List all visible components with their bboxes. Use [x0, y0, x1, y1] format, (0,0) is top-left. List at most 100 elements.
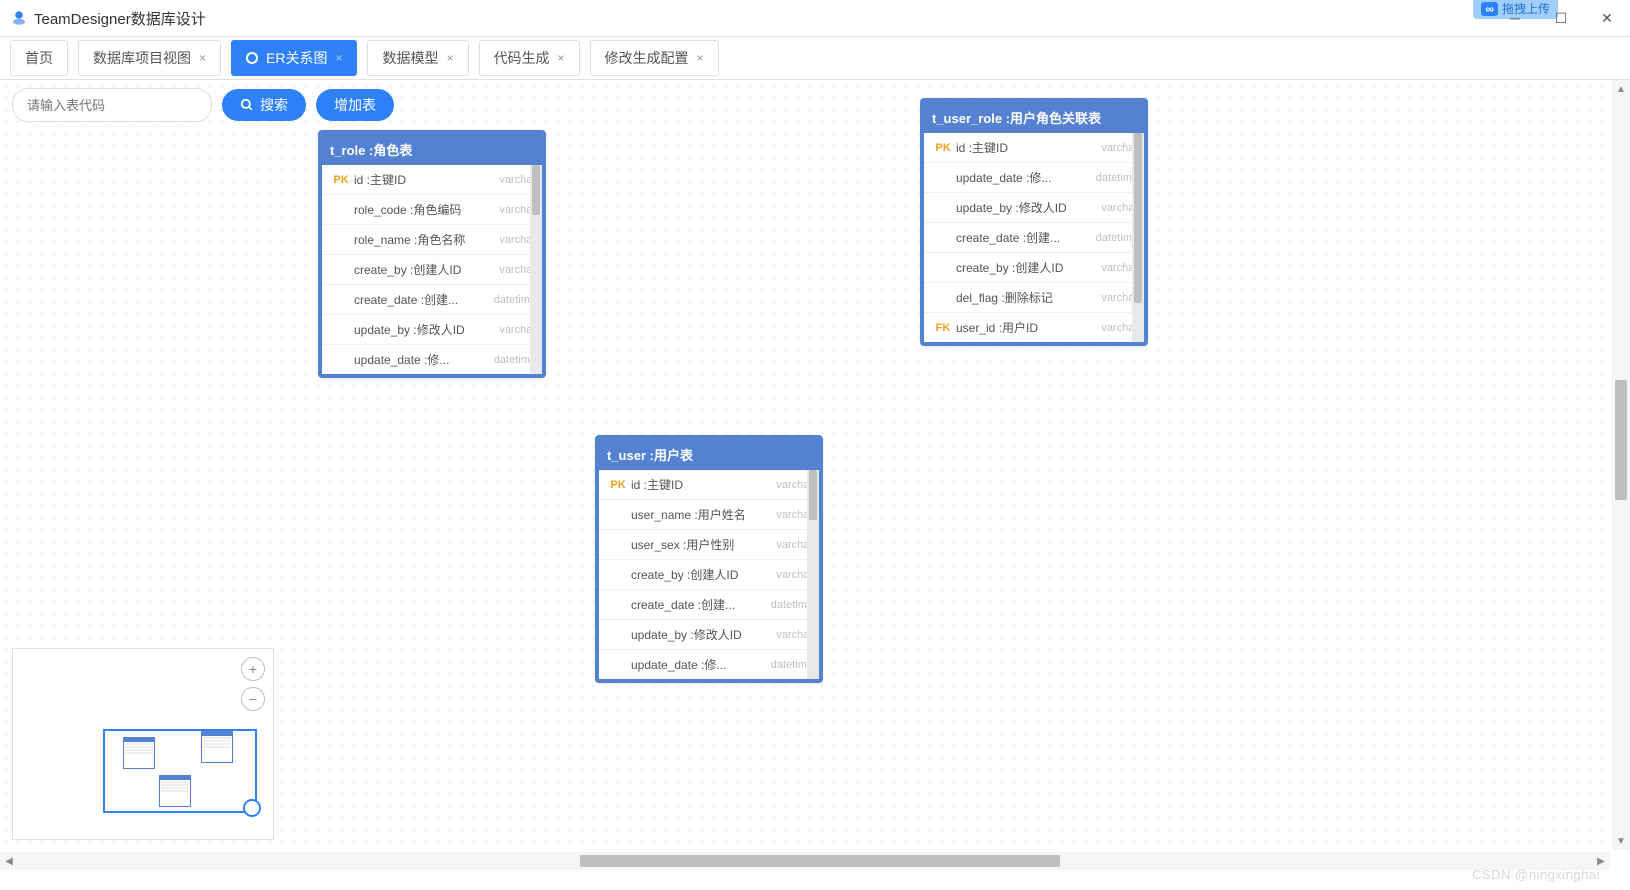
titlebar: TeamDesigner数据库设计 ∞ 拖拽上传 ─ ☐ ✕ [0, 0, 1630, 37]
app-logo-icon [10, 9, 28, 27]
active-dot-icon [246, 52, 258, 64]
column-name: user_sex :用户性别 [631, 536, 772, 553]
tab-label: 修改生成配置 [605, 48, 689, 68]
search-icon [240, 98, 254, 112]
column-row[interactable]: create_date :创建...datetime [322, 285, 542, 315]
column-row[interactable]: update_by :修改人IDvarchar [924, 193, 1144, 223]
key-badge: PK [328, 174, 354, 186]
column-row[interactable]: user_name :用户姓名varchar [599, 500, 819, 530]
tab-label: ER关系图 [266, 48, 327, 68]
column-name: create_by :创建人ID [354, 261, 495, 278]
tab-db-project-view[interactable]: 数据库项目视图 × [78, 40, 221, 76]
close-icon[interactable]: × [558, 51, 565, 65]
column-name: id :主键ID [631, 476, 772, 493]
toolbar: 搜索 增加表 [12, 88, 394, 122]
column-row[interactable]: create_by :创建人IDvarchar [599, 560, 819, 590]
add-table-button-label: 增加表 [334, 95, 376, 115]
entity-scrollbar[interactable] [807, 470, 819, 679]
close-icon[interactable]: × [335, 51, 342, 65]
column-name: create_date :创建... [956, 229, 1092, 246]
close-icon[interactable]: × [446, 51, 453, 65]
zoom-controls: + − [241, 657, 265, 711]
column-name: update_date :修... [354, 351, 490, 368]
minimap-entity [201, 731, 233, 763]
minimap-resize-handle[interactable] [243, 799, 261, 817]
column-row[interactable]: role_code :角色编码varchar [322, 195, 542, 225]
tabbar: 首页 数据库项目视图 × ER关系图 × 数据模型 × 代码生成 × 修改生成配… [0, 37, 1630, 80]
minimize-button[interactable]: ─ [1492, 0, 1538, 36]
tab-label: 首页 [25, 48, 53, 68]
zoom-out-button[interactable]: − [241, 687, 265, 711]
entity-scrollbar[interactable] [530, 165, 542, 374]
scroll-down-icon[interactable]: ▼ [1612, 832, 1630, 850]
scroll-thumb[interactable] [580, 855, 1060, 867]
vertical-scrollbar[interactable]: ▲ ▼ [1612, 80, 1630, 850]
scroll-up-icon[interactable]: ▲ [1612, 80, 1630, 98]
column-name: create_date :创建... [354, 291, 490, 308]
column-row[interactable]: user_sex :用户性别varchar [599, 530, 819, 560]
window-controls: ─ ☐ ✕ [1492, 0, 1630, 36]
entity-scrollbar[interactable] [1132, 133, 1144, 342]
search-input[interactable] [12, 88, 212, 122]
zoom-in-button[interactable]: + [241, 657, 265, 681]
column-row[interactable]: role_name :角色名称varchar [322, 225, 542, 255]
minimap-entity [123, 737, 155, 769]
column-name: create_by :创建人ID [956, 259, 1097, 276]
column-row[interactable]: FKuser_id :用户IDvarchar [924, 313, 1144, 342]
close-button[interactable]: ✕ [1584, 0, 1630, 36]
scroll-thumb[interactable] [1615, 380, 1627, 500]
entity-t-user-role[interactable]: t_user_role :用户角色关联表 PKid :主键IDvarchar u… [920, 98, 1148, 346]
column-row[interactable]: update_by :修改人IDvarchar [322, 315, 542, 345]
key-badge: FK [930, 322, 956, 334]
entity-header[interactable]: t_user :用户表 [599, 439, 819, 470]
add-table-button[interactable]: 增加表 [316, 89, 394, 121]
minimap-viewport[interactable] [103, 729, 257, 813]
app-title: TeamDesigner数据库设计 [34, 8, 206, 29]
column-row[interactable]: del_flag :删除标记varchar [924, 283, 1144, 313]
entity-header[interactable]: t_role :角色表 [322, 134, 542, 165]
tab-home[interactable]: 首页 [10, 40, 68, 76]
tab-code-gen[interactable]: 代码生成 × [479, 40, 580, 76]
column-name: update_date :修... [631, 656, 767, 673]
entity-body: PKid :主键IDvarchar user_name :用户姓名varchar… [599, 470, 819, 679]
column-row[interactable]: create_date :创建...datetime [599, 590, 819, 620]
entity-t-user[interactable]: t_user :用户表 PKid :主键IDvarchar user_name … [595, 435, 823, 683]
close-icon[interactable]: × [199, 51, 206, 65]
maximize-button[interactable]: ☐ [1538, 0, 1584, 36]
column-row[interactable]: update_by :修改人IDvarchar [599, 620, 819, 650]
column-row[interactable]: create_date :创建...datetime [924, 223, 1144, 253]
column-name: role_name :角色名称 [354, 231, 495, 248]
tab-modify-gen-config[interactable]: 修改生成配置 × [590, 40, 719, 76]
column-row[interactable]: PKid :主键IDvarchar [322, 165, 542, 195]
entity-body: PKid :主键IDvarchar update_date :修...datet… [924, 133, 1144, 342]
column-row[interactable]: update_date :修...datetime [924, 163, 1144, 193]
horizontal-scrollbar[interactable]: ◀ ▶ [0, 852, 1610, 870]
column-name: update_by :修改人ID [631, 626, 772, 643]
column-name: update_date :修... [956, 169, 1092, 186]
tab-er-diagram[interactable]: ER关系图 × [231, 40, 357, 76]
column-name: del_flag :删除标记 [956, 289, 1097, 306]
column-row[interactable]: update_date :修...datetime [322, 345, 542, 374]
column-row[interactable]: PKid :主键IDvarchar [924, 133, 1144, 163]
tab-data-model[interactable]: 数据模型 × [367, 40, 468, 76]
column-row[interactable]: create_by :创建人IDvarchar [322, 255, 542, 285]
column-name: create_by :创建人ID [631, 566, 772, 583]
search-button[interactable]: 搜索 [222, 89, 306, 121]
column-name: update_by :修改人ID [956, 199, 1097, 216]
column-name: create_date :创建... [631, 596, 767, 613]
entity-body: PKid :主键IDvarchar role_code :角色编码varchar… [322, 165, 542, 374]
minimap[interactable]: + − [12, 648, 274, 840]
search-button-label: 搜索 [260, 95, 288, 115]
column-name: update_by :修改人ID [354, 321, 495, 338]
column-name: id :主键ID [354, 171, 495, 188]
close-icon[interactable]: × [697, 51, 704, 65]
scroll-left-icon[interactable]: ◀ [0, 852, 18, 870]
entity-header[interactable]: t_user_role :用户角色关联表 [924, 102, 1144, 133]
minimap-entity [159, 775, 191, 807]
column-row[interactable]: PKid :主键IDvarchar [599, 470, 819, 500]
column-row[interactable]: update_date :修...datetime [599, 650, 819, 679]
column-name: id :主键ID [956, 139, 1097, 156]
entity-t-role[interactable]: t_role :角色表 PKid :主键IDvarchar role_code … [318, 130, 546, 378]
column-name: role_code :角色编码 [354, 201, 495, 218]
column-row[interactable]: create_by :创建人IDvarchar [924, 253, 1144, 283]
